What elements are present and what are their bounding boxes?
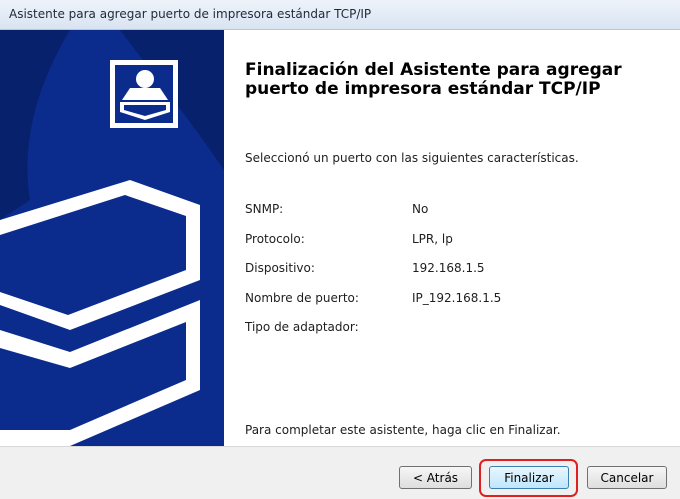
window-title: Asistente para agregar puerto de impreso… — [9, 7, 372, 21]
property-label: SNMP: — [245, 202, 284, 216]
page-title: Finalización del Asistente para agregar … — [245, 60, 622, 99]
cancel-button[interactable]: Cancelar — [587, 466, 667, 489]
property-value: IP_192.168.1.5 — [412, 290, 502, 305]
title-bar[interactable]: Asistente para agregar puerto de impreso… — [0, 0, 680, 30]
wizard-window: Asistente para agregar puerto de impreso… — [0, 0, 680, 499]
wizard-content: Finalización del Asistente para agregar … — [224, 30, 680, 446]
property-label: Dispositivo: — [245, 261, 315, 275]
wizard-sidebar-graphic — [0, 30, 224, 446]
property-value: LPR, lp — [412, 231, 453, 246]
button-bar: < Atrás Finalizar Cancelar — [0, 446, 680, 499]
back-button[interactable]: < Atrás — [399, 466, 472, 489]
printer-illustration — [0, 30, 224, 446]
printer-wizard-icon — [110, 60, 178, 128]
property-label: Protocolo: — [245, 231, 305, 246]
property-value: 192.168.1.5 — [412, 261, 485, 275]
intro-text: Seleccionó un puerto con las siguientes … — [245, 151, 579, 165]
property-value: No — [412, 202, 429, 216]
property-label: Tipo de adaptador: — [245, 320, 359, 334]
finish-instruction: Para completar este asistente, haga clic… — [245, 423, 561, 437]
finish-button[interactable]: Finalizar — [489, 466, 569, 489]
property-label: Nombre de puerto: — [245, 290, 359, 305]
